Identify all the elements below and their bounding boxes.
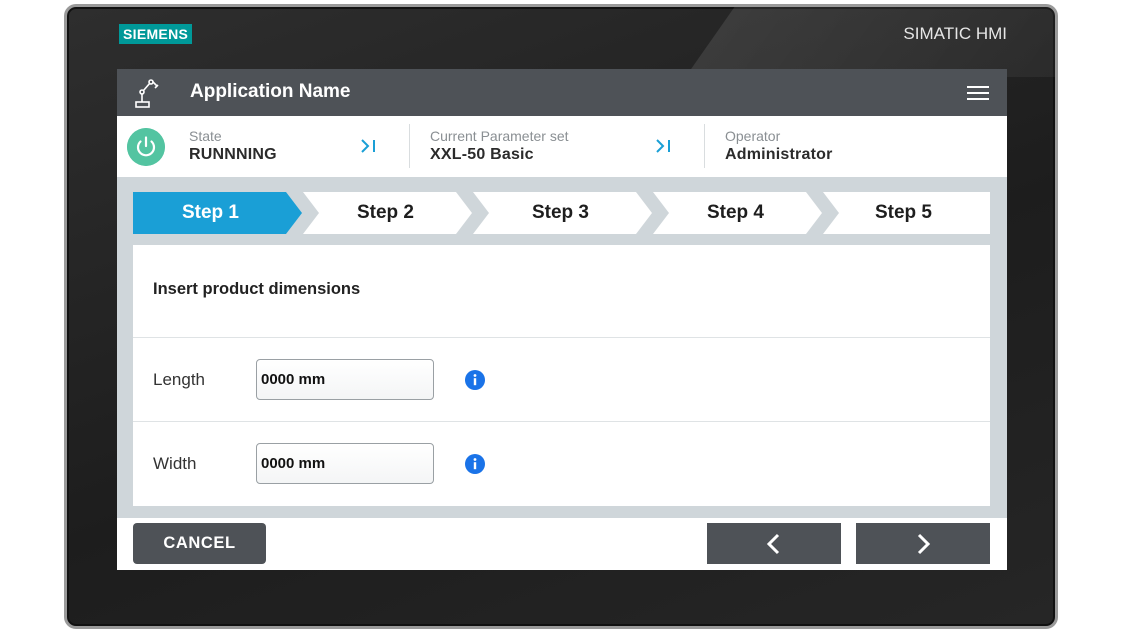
form-panel: Insert product dimensions Length Width bbox=[133, 245, 990, 506]
operator-value: Administrator bbox=[725, 146, 833, 163]
length-label: Length bbox=[153, 370, 205, 389]
hamburger-menu-icon[interactable] bbox=[967, 83, 989, 103]
previous-button[interactable] bbox=[707, 523, 841, 564]
skip-to-end-icon[interactable] bbox=[655, 138, 673, 154]
product-name: SIMATIC HMI bbox=[903, 24, 1007, 43]
step-4-tab[interactable]: Step 4 bbox=[663, 202, 808, 224]
brand-logo: SIEMENS bbox=[119, 24, 193, 44]
state-label: State bbox=[189, 128, 222, 144]
operator-group: Operator Administrator bbox=[725, 128, 833, 164]
status-divider bbox=[409, 124, 410, 168]
app-title: Application Name bbox=[190, 81, 351, 102]
status-bar: State RUNNNING Current Parameter set XXL… bbox=[117, 116, 1007, 177]
row-divider bbox=[133, 421, 990, 422]
operator-label: Operator bbox=[725, 128, 781, 144]
cancel-button[interactable]: CANCEL bbox=[133, 523, 266, 564]
footer-bar: CANCEL bbox=[117, 518, 1007, 570]
wizard-stepper: Step 1 Step 2 Step 3 Step 4 Step 5 bbox=[133, 192, 990, 234]
next-button[interactable] bbox=[856, 523, 990, 564]
info-icon[interactable] bbox=[465, 370, 485, 390]
chevron-right-icon bbox=[917, 533, 931, 554]
length-input[interactable] bbox=[256, 359, 434, 400]
parameter-label: Current Parameter set bbox=[430, 128, 569, 144]
step-2-tab[interactable]: Step 2 bbox=[313, 202, 458, 224]
info-icon[interactable] bbox=[465, 454, 485, 474]
robot-arm-icon bbox=[135, 79, 159, 108]
state-value: RUNNNING bbox=[189, 146, 277, 163]
hmi-screen: Application Name State RUNNNING Current … bbox=[117, 69, 1007, 570]
hmi-device-frame: SIEMENS SIMATIC HMI Application Name Sta… bbox=[64, 4, 1058, 629]
state-group: State RUNNNING bbox=[189, 128, 277, 164]
section-title: Insert product dimensions bbox=[153, 280, 361, 298]
parameter-value: XXL-50 Basic bbox=[430, 146, 534, 163]
skip-to-end-icon[interactable] bbox=[360, 138, 378, 154]
step-3-tab[interactable]: Step 3 bbox=[488, 202, 633, 224]
power-icon bbox=[127, 128, 165, 166]
row-divider bbox=[133, 337, 990, 338]
app-header: Application Name bbox=[117, 69, 1007, 116]
parameter-group: Current Parameter set XXL-50 Basic bbox=[430, 128, 569, 164]
width-input[interactable] bbox=[256, 443, 434, 484]
chevron-left-icon bbox=[766, 533, 780, 554]
step-5-tab[interactable]: Step 5 bbox=[831, 202, 976, 224]
step-1-tab[interactable]: Step 1 bbox=[133, 202, 288, 224]
status-divider bbox=[704, 124, 705, 168]
width-label: Width bbox=[153, 454, 197, 473]
